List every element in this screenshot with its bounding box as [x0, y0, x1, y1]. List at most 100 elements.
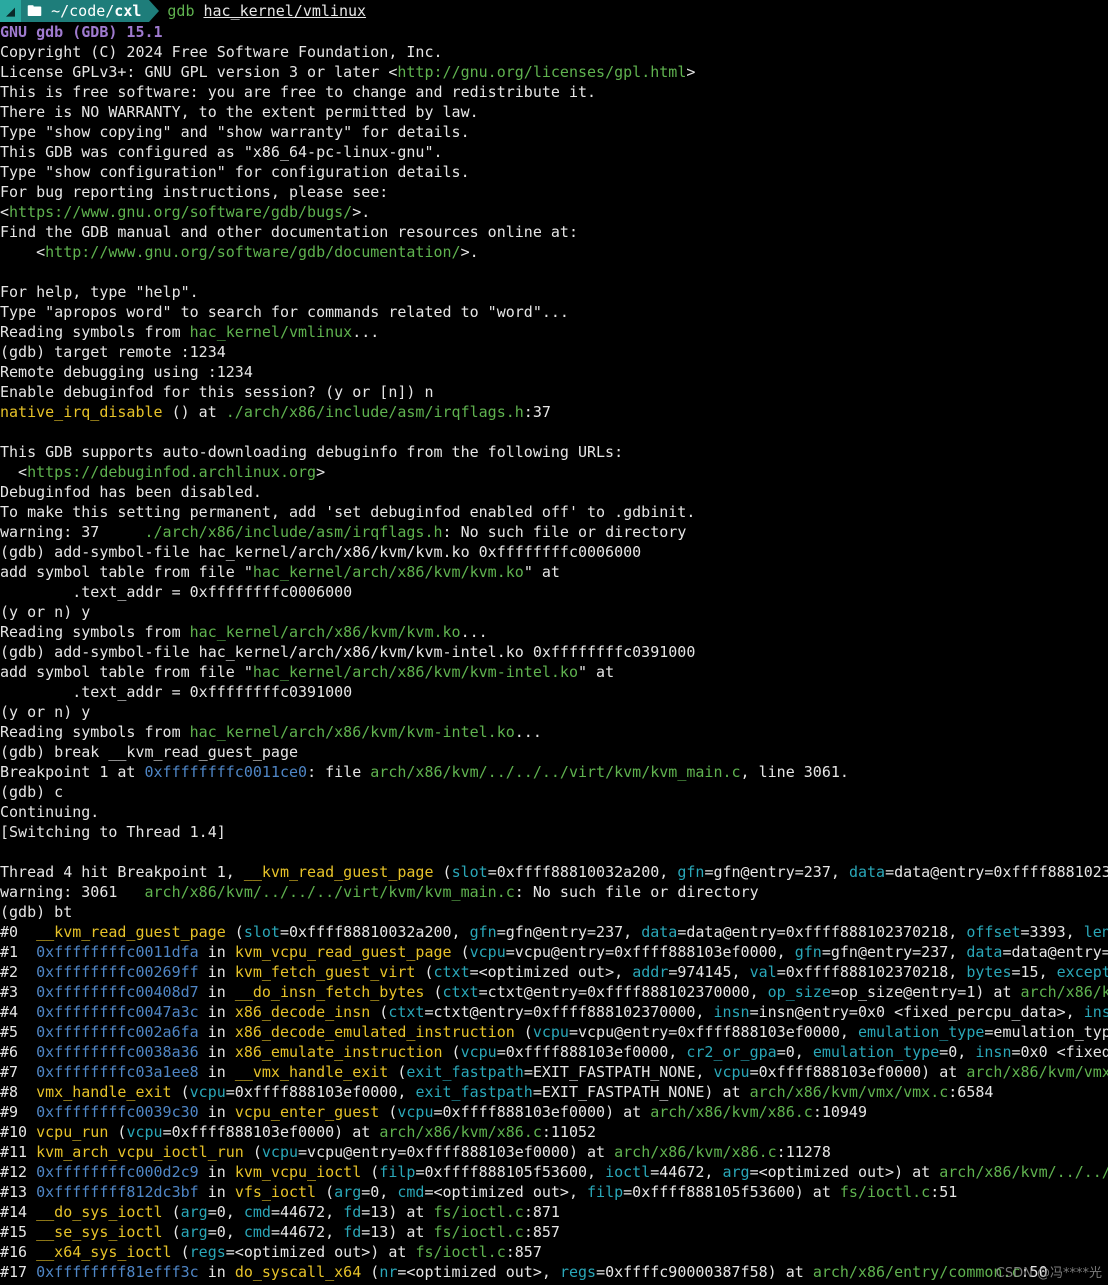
terminal-text: (y or n) y	[0, 703, 91, 721]
terminal-text: :857	[523, 1223, 560, 1241]
terminal-text: arch/x86/kvm/../../../virt/kvm/kvm_main.…	[370, 763, 741, 781]
terminal-output: GNU gdb (GDB) 15.1 Copyright (C) 2024 Fre…	[0, 22, 1108, 1282]
terminal-text: ./arch/x86/include/asm/irqflags.h	[225, 403, 524, 421]
terminal-text: =0xffff888103ef0000,	[496, 1043, 687, 1061]
terminal-text: in	[198, 1263, 235, 1281]
terminal-text: 0xffffffffc00269ff	[36, 963, 199, 981]
terminal-text: arch/x86/entry/common.c	[812, 1263, 1021, 1281]
terminal-text: This GDB supports auto-downloading debug…	[0, 443, 624, 461]
folder-icon: 🖿	[27, 2, 43, 20]
terminal-line: (gdb) bt	[0, 902, 1108, 922]
terminal-text: #0	[0, 923, 37, 941]
terminal-text: slot	[451, 863, 488, 881]
terminal-text: .text_addr = 0xffffffffc0006000	[0, 583, 353, 601]
terminal-text: #14	[0, 1203, 37, 1221]
terminal-text: Reading symbols from	[0, 723, 190, 741]
terminal-text: vcpu	[397, 1103, 434, 1121]
terminal-text: =<optimized out>,	[469, 963, 633, 981]
terminal-text: vcpu	[469, 943, 506, 961]
terminal-text: =0xffff88810032a200,	[279, 923, 470, 941]
terminal-text: insn	[713, 1003, 750, 1021]
terminal-line: <http://www.gnu.org/software/gdb/documen…	[0, 242, 1108, 262]
terminal-text: (	[108, 1123, 127, 1141]
terminal-text: =0xffff888103ef0000) at	[749, 1063, 967, 1081]
terminal-text: gfn	[794, 943, 822, 961]
terminal-line: #0 __kvm_read_guest_page (slot=0xffff888…	[0, 922, 1108, 942]
terminal-line: Remote debugging using :1234	[0, 362, 1108, 382]
terminal-text: in	[198, 1103, 235, 1121]
terminal-line: #13 0xffffffff812dc3bf in vfs_ioctl (arg…	[0, 1182, 1108, 1202]
terminal-text: >	[686, 63, 696, 81]
terminal-text: (	[442, 1043, 461, 1061]
terminal-text: There is NO WARRANTY, to the extent perm…	[0, 103, 479, 121]
terminal-text: hac_kernel/vmlinux	[189, 323, 353, 341]
terminal-line: Thread 4 hit Breakpoint 1, __kvm_read_gu…	[0, 862, 1108, 882]
terminal-text: :10949	[812, 1103, 867, 1121]
terminal-text: =emulation_typ	[984, 1023, 1108, 1041]
terminal-text: http://gnu.org/licenses/gpl.html	[397, 63, 687, 81]
terminal-text: (	[379, 1103, 398, 1121]
terminal-text: x86_decode_insn	[234, 1003, 371, 1021]
prompt-arrow	[149, 0, 160, 22]
terminal-text: (gdb) bt	[0, 903, 73, 921]
terminal-text: ctxt	[388, 1003, 425, 1021]
terminal-text: =vcpu@entry=0xffff888103ef0000,	[568, 1023, 858, 1041]
terminal-text: arg	[722, 1163, 750, 1181]
terminal-text: http://www.gnu.org/software/gdb/document…	[45, 243, 461, 261]
terminal-text: =gfn@entry=237,	[704, 863, 849, 881]
terminal-text: vcpu	[189, 1083, 226, 1101]
terminal-text: " at	[523, 563, 560, 581]
terminal-line: add symbol table from file "hac_kernel/a…	[0, 562, 1108, 582]
terminal-text: =0xffff888105f53600,	[415, 1163, 606, 1181]
terminal-text: =44672,	[650, 1163, 723, 1181]
terminal-line: #10 vcpu_run (vcpu=0xffff888103ef0000) a…	[0, 1122, 1108, 1142]
terminal-text: 0xffffffffc0038a36	[36, 1043, 199, 1061]
terminal-text: =974145,	[668, 963, 750, 981]
path-current-dir: cxl	[114, 2, 142, 20]
terminal-text: (	[433, 863, 452, 881]
terminal-text: (gdb) c	[0, 783, 64, 801]
terminal-text: #16	[0, 1243, 37, 1261]
path-prefix: ~/code/	[51, 2, 115, 20]
terminal-text: 0xffffffffc0011dfa	[36, 943, 199, 961]
terminal-text: (gdb) add-symbol-file hac_kernel/arch/x8…	[0, 643, 696, 661]
terminal-text: (	[243, 1143, 262, 1161]
terminal-text: : file	[307, 763, 371, 781]
terminal-text: __do_insn_fetch_bytes	[234, 983, 425, 1001]
terminal-text: (	[162, 1223, 181, 1241]
terminal-text: =13) at	[361, 1223, 434, 1241]
terminal-text: hac_kernel/arch/x86/kvm/kvm.ko	[252, 563, 524, 581]
terminal-text: in	[198, 983, 235, 1001]
terminal-text: cmd	[243, 1203, 271, 1221]
terminal-line: #1 0xffffffffc0011dfa in kvm_vcpu_read_g…	[0, 942, 1108, 962]
terminal-line: Copyright (C) 2024 Free Software Foundat…	[0, 42, 1108, 62]
terminal-window[interactable]: ◢ 🖿 ~/code/cxl gdb hac_kernel/vmlinux GN…	[0, 0, 1108, 1285]
terminal-text: :11052	[541, 1123, 597, 1141]
terminal-text: insn	[975, 1043, 1012, 1061]
terminal-text: arch/x86/kvm/x86.c	[379, 1123, 542, 1141]
terminal-text: __do_sys_ioctl	[36, 1203, 163, 1221]
terminal-line: This is free software: you are free to c…	[0, 82, 1108, 102]
terminal-line: native_irq_disable () at ./arch/x86/incl…	[0, 402, 1108, 422]
terminal-text: offset	[966, 923, 1021, 941]
terminal-text: (	[424, 983, 443, 1001]
terminal-text: 0xffffffff81efff3c	[36, 1263, 199, 1281]
terminal-text: vcpu	[713, 1063, 750, 1081]
terminal-text: hac_kernel/arch/x86/kvm/kvm-intel.ko	[189, 723, 515, 741]
terminal-text: op_size	[767, 983, 831, 1001]
terminal-text: 0xffffffffc0047a3c	[36, 1003, 199, 1021]
terminal-line: .text_addr = 0xffffffffc0391000	[0, 682, 1108, 702]
terminal-text: x86_emulate_instruction	[234, 1043, 443, 1061]
terminal-line: Continuing.	[0, 802, 1108, 822]
terminal-line: #4 0xffffffffc0047a3c in x86_decode_insn…	[0, 1002, 1108, 1022]
terminal-text: in	[198, 963, 235, 981]
terminal-text: in	[198, 1183, 235, 1201]
terminal-text: =0xffff888105f53600) at	[623, 1183, 840, 1201]
terminal-text: kvm_fetch_guest_virt	[234, 963, 416, 981]
terminal-line: warning: 37 ./arch/x86/include/asm/irqfl…	[0, 522, 1108, 542]
terminal-text: =13) at	[361, 1203, 434, 1221]
terminal-line: Type "show configuration" for configurat…	[0, 162, 1108, 182]
terminal-text: <	[0, 243, 46, 261]
